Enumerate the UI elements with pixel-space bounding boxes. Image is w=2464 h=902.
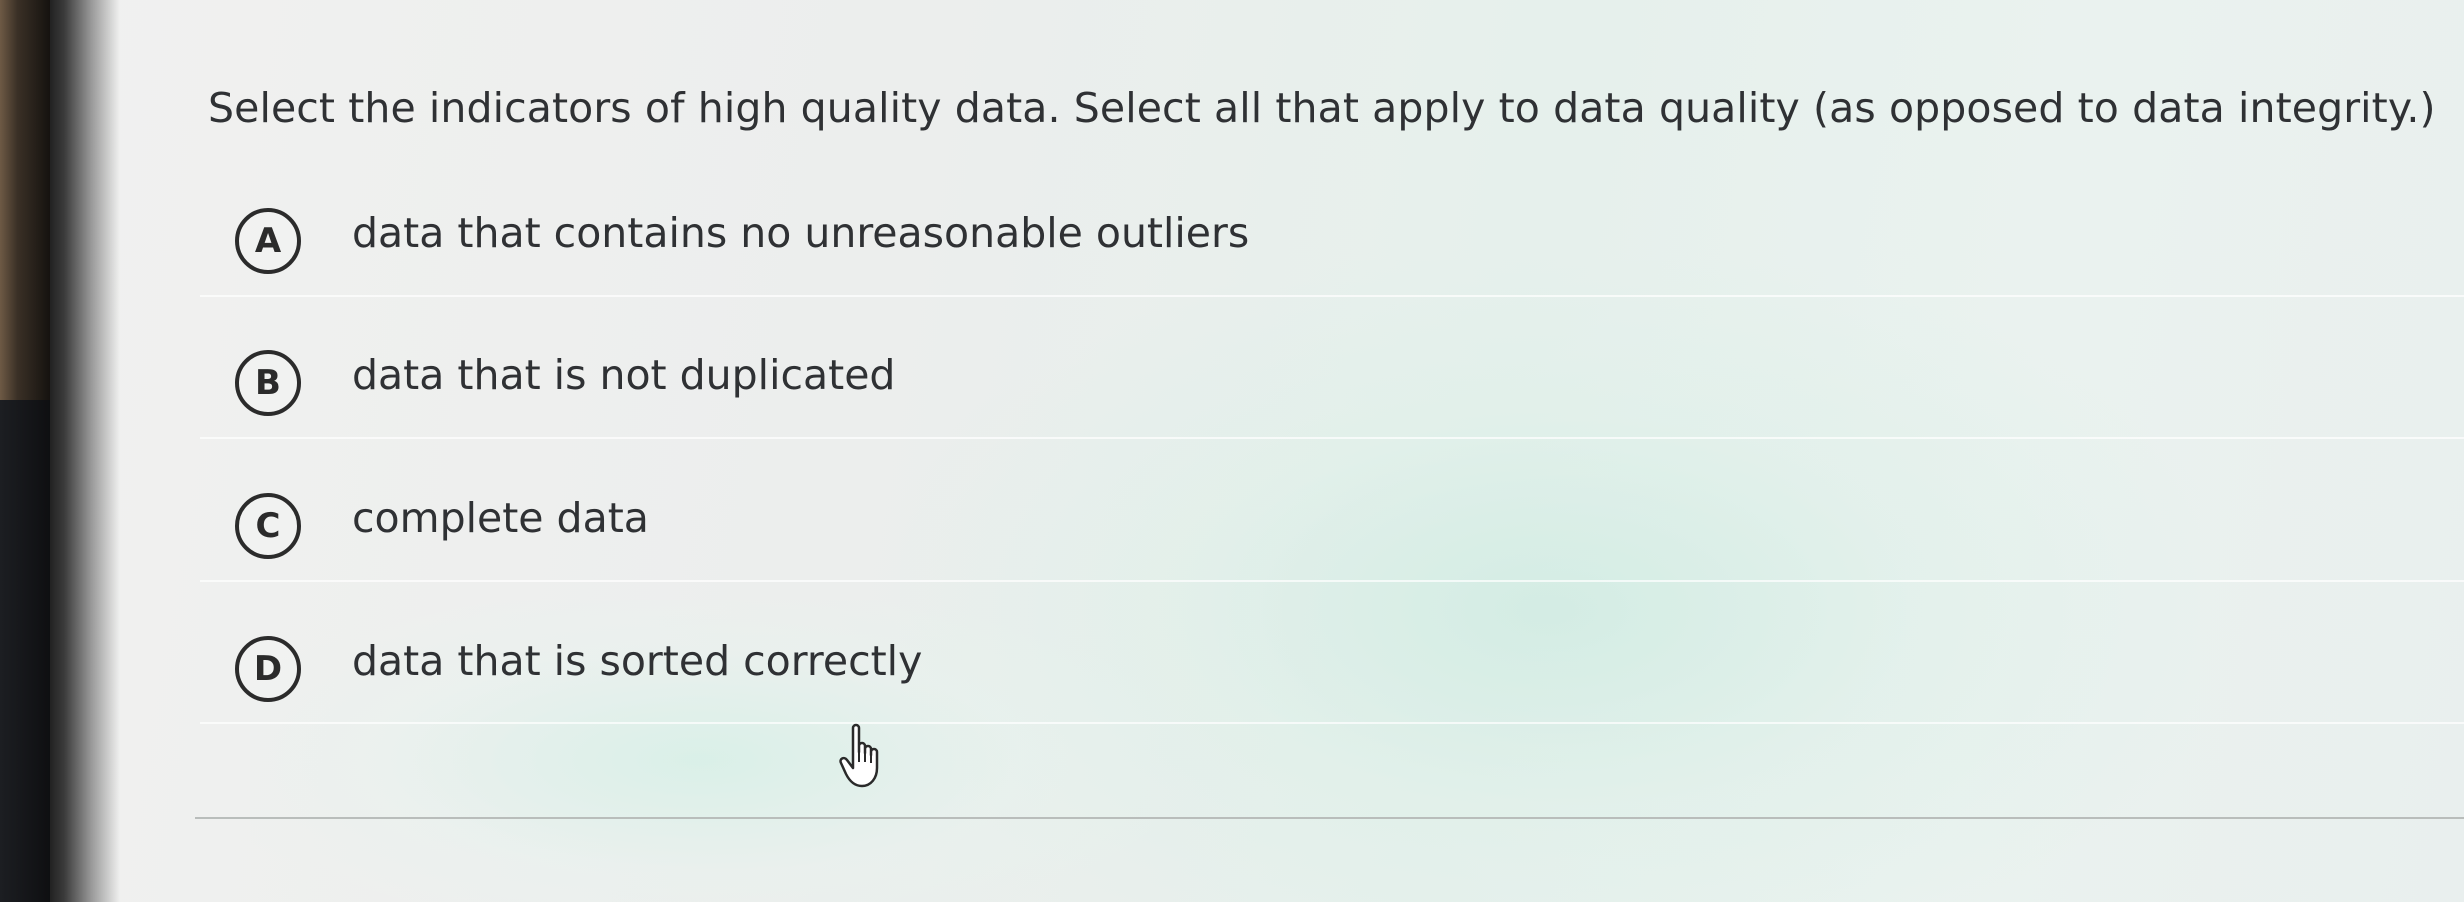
option-letter-badge[interactable]: A: [235, 208, 301, 274]
screen-edge-shadow: [50, 0, 120, 902]
answer-option-d[interactable]: D data that is sorted correctly: [200, 633, 2464, 773]
question-prompt: Select the indicators of high quality da…: [208, 84, 2436, 132]
option-letter-badge[interactable]: C: [235, 493, 301, 559]
quiz-screen: Select the indicators of high quality da…: [0, 0, 2464, 902]
option-label: complete data: [352, 494, 649, 542]
section-divider: [195, 817, 2464, 819]
option-label: data that is not duplicated: [352, 351, 896, 399]
answer-option-a[interactable]: A data that contains no unreasonable out…: [200, 205, 2464, 345]
option-letter-badge[interactable]: B: [235, 350, 301, 416]
option-label: data that is sorted correctly: [352, 637, 923, 685]
option-letter-badge[interactable]: D: [235, 636, 301, 702]
answer-option-b[interactable]: B data that is not duplicated: [200, 347, 2464, 487]
answer-option-c[interactable]: C complete data: [200, 490, 2464, 630]
option-label: data that contains no unreasonable outli…: [352, 209, 1250, 257]
hand-pointer-icon: [838, 722, 890, 794]
monitor-bezel-lower: [0, 400, 50, 902]
